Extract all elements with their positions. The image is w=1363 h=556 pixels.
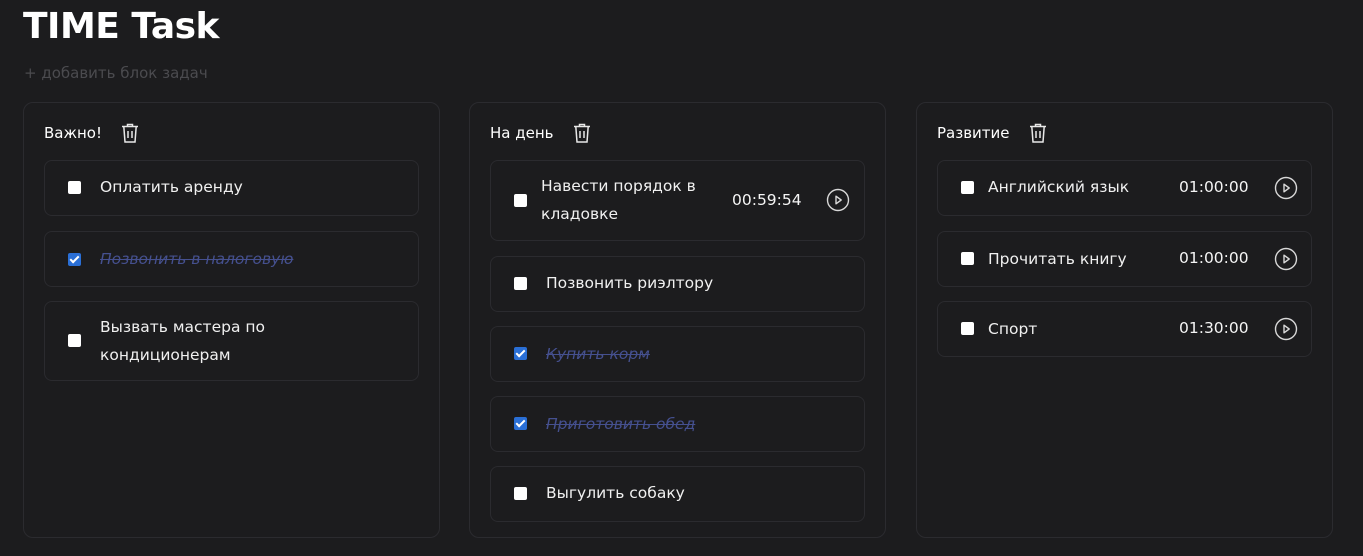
task-label: Позвонить риэлтору — [546, 274, 714, 292]
trash-icon[interactable] — [119, 121, 141, 145]
task-checkbox[interactable] — [68, 181, 81, 194]
task-timer: 01:00:00 — [1179, 249, 1249, 267]
block-title: На день — [490, 124, 554, 142]
task-card[interactable]: Купить корм — [490, 326, 865, 382]
task-block-important: Важно! Оплатить аренду Позвонить в налог… — [23, 102, 440, 538]
task-label: Купить корм — [546, 345, 650, 363]
play-circle-icon[interactable] — [1274, 317, 1298, 341]
task-checkbox[interactable] — [961, 181, 974, 194]
task-card[interactable]: Английский язык 01:00:00 — [937, 160, 1312, 216]
block-header: Развитие — [937, 121, 1049, 145]
block-title: Важно! — [44, 124, 102, 142]
task-checkbox[interactable] — [514, 277, 527, 290]
task-label: Оплатить аренду — [100, 178, 243, 196]
task-card[interactable]: Вызвать мастера по кондиционерам — [44, 301, 419, 381]
task-card[interactable]: Позвонить в налоговую — [44, 231, 419, 287]
task-timer: 01:30:00 — [1179, 319, 1249, 337]
task-checkbox[interactable] — [961, 322, 974, 335]
task-card[interactable]: Оплатить аренду — [44, 160, 419, 216]
task-label: Прочитать книгу — [988, 250, 1127, 268]
task-card[interactable]: Спорт 01:30:00 — [937, 301, 1312, 357]
block-header: На день — [490, 121, 593, 145]
task-checkbox[interactable] — [514, 194, 527, 207]
task-card[interactable]: Прочитать книгу 01:00:00 — [937, 231, 1312, 287]
task-card[interactable]: Навести порядок в кладовке 00:59:54 — [490, 160, 865, 241]
task-card[interactable]: Позвонить риэлтору — [490, 256, 865, 312]
task-block-development: Развитие Английский язык 01:00:00 Прочит… — [916, 102, 1333, 538]
task-label: Навести порядок в кладовке — [541, 177, 696, 223]
task-label: Приготовить обед — [546, 415, 696, 433]
task-checkbox[interactable] — [514, 417, 527, 430]
task-checkbox[interactable] — [68, 334, 81, 347]
task-label: Позвонить в налоговую — [100, 250, 294, 268]
task-card[interactable]: Приготовить обед — [490, 396, 865, 452]
play-circle-icon[interactable] — [1274, 176, 1298, 200]
task-label: Спорт — [988, 320, 1038, 338]
play-circle-icon[interactable] — [826, 188, 850, 212]
trash-icon[interactable] — [571, 121, 593, 145]
task-label: Английский язык — [988, 178, 1130, 196]
add-task-block-button[interactable]: + добавить блок задач — [24, 64, 208, 82]
trash-icon[interactable] — [1027, 121, 1049, 145]
task-checkbox[interactable] — [68, 253, 81, 266]
task-checkbox[interactable] — [961, 252, 974, 265]
play-circle-icon[interactable] — [1274, 247, 1298, 271]
task-timer: 00:59:54 — [732, 191, 802, 209]
block-header: Важно! — [44, 121, 141, 145]
task-checkbox[interactable] — [514, 487, 527, 500]
task-timer: 01:00:00 — [1179, 178, 1249, 196]
task-checkbox[interactable] — [514, 347, 527, 360]
task-block-daily: На день Навести порядок в кладовке 00:59… — [469, 102, 886, 538]
app-title: TIME Task — [23, 6, 219, 47]
block-title: Развитие — [937, 124, 1010, 142]
task-card[interactable]: Выгулить собаку — [490, 466, 865, 522]
task-label: Вызвать мастера по кондиционерам — [100, 318, 265, 364]
task-label: Выгулить собаку — [546, 484, 685, 502]
